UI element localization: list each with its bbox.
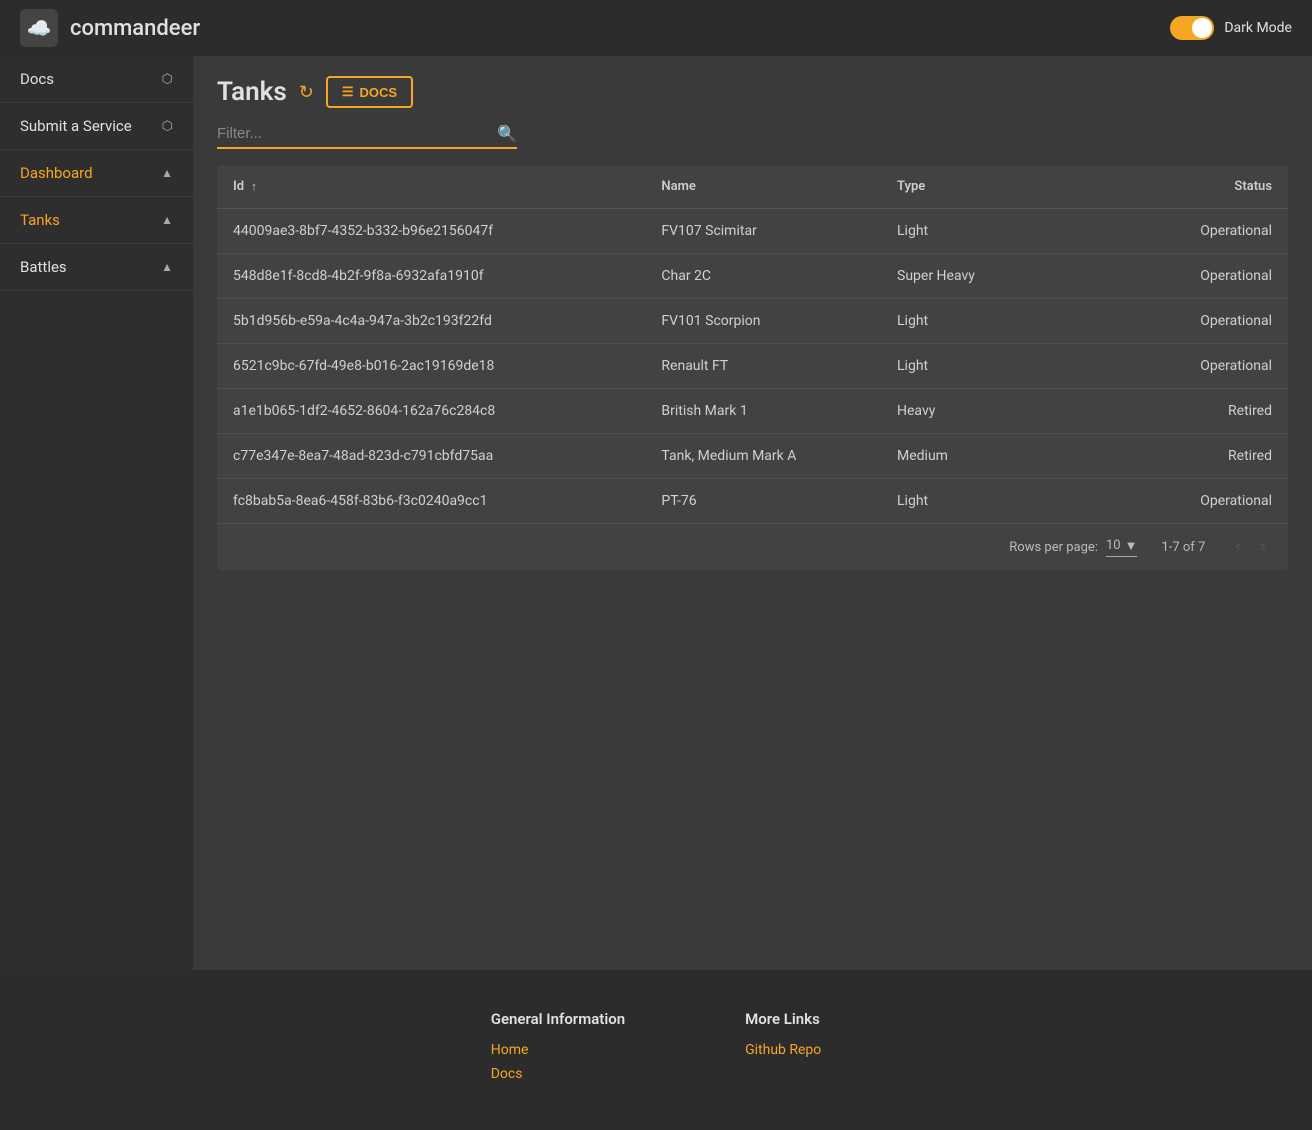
- table-row[interactable]: 548d8e1f-8cd8-4b2f-9f8a-6932afa1910f Cha…: [217, 254, 1288, 299]
- col-header-status[interactable]: Status: [1095, 165, 1288, 209]
- cell-type: Medium: [881, 434, 1095, 479]
- footer-section-general: General Information Home Docs: [491, 1010, 625, 1090]
- sidebar-item-submit-service[interactable]: Submit a Service ⬡: [0, 103, 193, 150]
- cloud-icon: ☁️: [27, 16, 52, 40]
- table-row[interactable]: c77e347e-8ea7-48ad-823d-c791cbfd75aa Tan…: [217, 434, 1288, 479]
- main-layout: Docs ⬡ Submit a Service ⬡ Dashboard ▲ Ta…: [0, 56, 1312, 970]
- cell-name: FV101 Scorpion: [645, 299, 881, 344]
- cell-name: PT-76: [645, 479, 881, 524]
- cell-type: Light: [881, 344, 1095, 389]
- dark-mode-switch[interactable]: [1170, 16, 1214, 40]
- table-row[interactable]: 5b1d956b-e59a-4c4a-947a-3b2c193f22fd FV1…: [217, 299, 1288, 344]
- cell-status: Operational: [1095, 209, 1288, 254]
- col-header-name[interactable]: Name: [645, 165, 881, 209]
- footer: General Information Home Docs More Links…: [0, 970, 1312, 1130]
- docs-button[interactable]: ☰ DOCS: [326, 76, 413, 108]
- cell-id: a1e1b065-1df2-4652-8604-162a76c284c8: [217, 389, 645, 434]
- footer-link-docs[interactable]: Docs: [491, 1066, 625, 1082]
- table-header: Id ↑ Name Type Status: [217, 165, 1288, 209]
- cell-name: British Mark 1: [645, 389, 881, 434]
- cell-status: Operational: [1095, 254, 1288, 299]
- chevron-up-icon: ▲: [161, 166, 173, 180]
- cell-status: Operational: [1095, 299, 1288, 344]
- cell-type: Super Heavy: [881, 254, 1095, 299]
- chevron-up-icon-3: ▲: [161, 260, 173, 274]
- content-area: Tanks ↻ ☰ DOCS 🔍 Id ↑ Name Type Status: [193, 56, 1312, 970]
- external-link-icon-2: ⬡: [162, 119, 173, 134]
- cell-type: Light: [881, 209, 1095, 254]
- table-body: 44009ae3-8bf7-4352-b332-b96e2156047f FV1…: [217, 209, 1288, 524]
- footer-general-title: General Information: [491, 1010, 625, 1028]
- cell-status: Operational: [1095, 344, 1288, 389]
- table-row[interactable]: 6521c9bc-67fd-49e8-b016-2ac19169de18 Ren…: [217, 344, 1288, 389]
- col-header-type[interactable]: Type: [881, 165, 1095, 209]
- refresh-button[interactable]: ↻: [299, 82, 314, 103]
- sort-arrow-icon: ↑: [251, 180, 257, 193]
- footer-link-home[interactable]: Home: [491, 1042, 625, 1058]
- sidebar-item-dashboard-label: Dashboard: [20, 164, 93, 182]
- filter-row: 🔍: [217, 124, 517, 149]
- footer-link-github[interactable]: Github Repo: [745, 1042, 821, 1058]
- tanks-table: Id ↑ Name Type Status 44009ae3-8bf7-4352…: [217, 165, 1288, 524]
- filter-input[interactable]: [217, 125, 497, 142]
- cell-name: Char 2C: [645, 254, 881, 299]
- dark-mode-toggle[interactable]: Dark Mode: [1170, 16, 1292, 40]
- app-logo: ☁️: [20, 9, 58, 47]
- rows-per-page: Rows per page: 10 ▼: [1009, 538, 1137, 557]
- cell-id: 6521c9bc-67fd-49e8-b016-2ac19169de18: [217, 344, 645, 389]
- cell-status: Retired: [1095, 434, 1288, 479]
- sidebar-item-battles-label: Battles: [20, 258, 67, 276]
- page-header: Tanks ↻ ☰ DOCS: [217, 76, 1288, 108]
- docs-button-label: DOCS: [360, 85, 398, 100]
- sidebar-item-docs-label: Docs: [20, 70, 54, 88]
- dark-mode-label: Dark Mode: [1224, 20, 1292, 36]
- cell-id: 44009ae3-8bf7-4352-b332-b96e2156047f: [217, 209, 645, 254]
- chevron-up-icon-2: ▲: [161, 213, 173, 227]
- pagination-nav: ‹ ›: [1229, 536, 1272, 558]
- docs-icon: ☰: [342, 84, 354, 100]
- cell-name: FV107 Scimitar: [645, 209, 881, 254]
- cell-status: Operational: [1095, 479, 1288, 524]
- rows-per-page-select[interactable]: 10 ▼: [1106, 538, 1138, 557]
- pagination-row: Rows per page: 10 ▼ 1-7 of 7 ‹ ›: [217, 524, 1288, 570]
- next-page-button[interactable]: ›: [1255, 536, 1272, 558]
- cell-id: fc8bab5a-8ea6-458f-83b6-f3c0240a9cc1: [217, 479, 645, 524]
- table-row[interactable]: fc8bab5a-8ea6-458f-83b6-f3c0240a9cc1 PT-…: [217, 479, 1288, 524]
- sidebar-item-battles[interactable]: Battles ▲: [0, 244, 193, 291]
- sidebar-item-dashboard[interactable]: Dashboard ▲: [0, 150, 193, 197]
- header-left: ☁️ commandeer: [20, 9, 200, 47]
- sidebar: Docs ⬡ Submit a Service ⬡ Dashboard ▲ Ta…: [0, 56, 193, 970]
- cell-name: Tank, Medium Mark A: [645, 434, 881, 479]
- footer-more-title: More Links: [745, 1010, 821, 1028]
- search-icon: 🔍: [497, 124, 517, 143]
- table-row[interactable]: 44009ae3-8bf7-4352-b332-b96e2156047f FV1…: [217, 209, 1288, 254]
- sidebar-item-tanks[interactable]: Tanks ▲: [0, 197, 193, 244]
- col-header-id[interactable]: Id ↑: [217, 165, 645, 209]
- external-link-icon: ⬡: [162, 72, 173, 87]
- page-title: Tanks: [217, 77, 287, 107]
- rows-per-page-label: Rows per page:: [1009, 540, 1098, 555]
- cell-type: Light: [881, 479, 1095, 524]
- cell-id: 548d8e1f-8cd8-4b2f-9f8a-6932afa1910f: [217, 254, 645, 299]
- footer-section-more: More Links Github Repo: [745, 1010, 821, 1090]
- cell-type: Heavy: [881, 389, 1095, 434]
- table-row[interactable]: a1e1b065-1df2-4652-8604-162a76c284c8 Bri…: [217, 389, 1288, 434]
- prev-page-button[interactable]: ‹: [1229, 536, 1246, 558]
- tanks-table-container: Id ↑ Name Type Status 44009ae3-8bf7-4352…: [217, 165, 1288, 570]
- pagination-range: 1-7 of 7: [1161, 540, 1205, 555]
- cell-id: c77e347e-8ea7-48ad-823d-c791cbfd75aa: [217, 434, 645, 479]
- app-title: commandeer: [70, 16, 200, 41]
- rows-per-page-value: 10: [1106, 538, 1121, 553]
- dropdown-arrow-icon: ▼: [1125, 538, 1138, 554]
- sidebar-item-submit-service-label: Submit a Service: [20, 117, 132, 135]
- cell-status: Retired: [1095, 389, 1288, 434]
- header: ☁️ commandeer Dark Mode: [0, 0, 1312, 56]
- cell-type: Light: [881, 299, 1095, 344]
- cell-name: Renault FT: [645, 344, 881, 389]
- cell-id: 5b1d956b-e59a-4c4a-947a-3b2c193f22fd: [217, 299, 645, 344]
- sidebar-item-docs[interactable]: Docs ⬡: [0, 56, 193, 103]
- sidebar-item-tanks-label: Tanks: [20, 211, 60, 229]
